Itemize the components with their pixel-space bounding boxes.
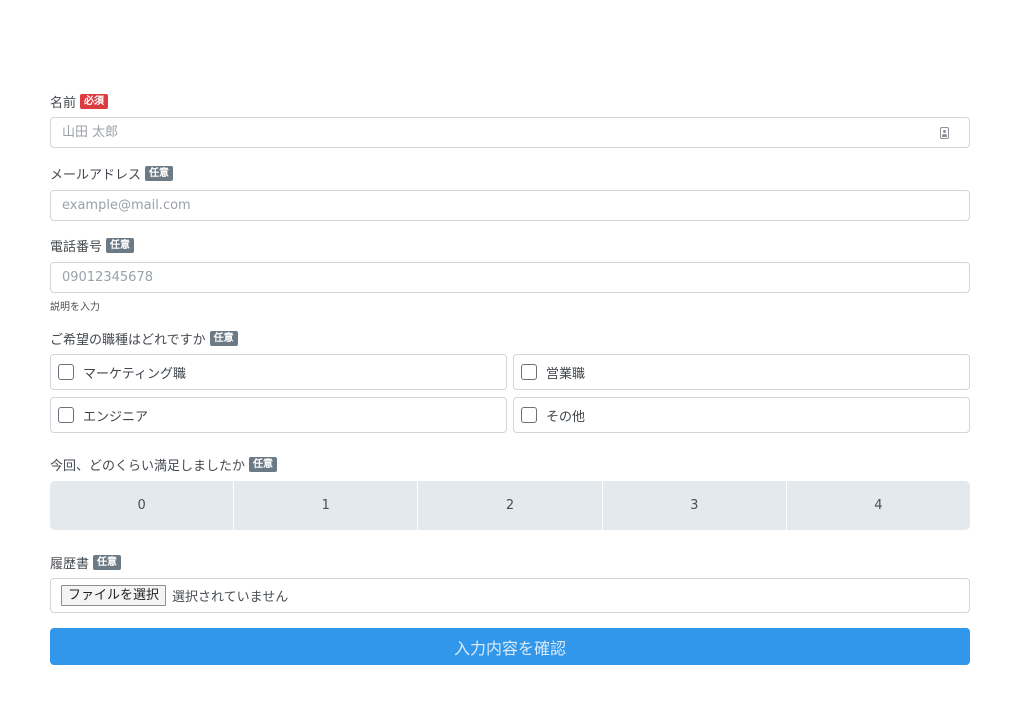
confirm-button[interactable]: 入力内容を確認 bbox=[50, 628, 970, 665]
checkbox[interactable] bbox=[58, 407, 74, 423]
job-option-label: エンジニア bbox=[83, 409, 149, 425]
satisfaction-label-row: 今回、どのくらい満足しましたか 任意 bbox=[50, 454, 278, 474]
job-option-label: 営業職 bbox=[546, 366, 586, 382]
phone-help-text: 説明を入力 bbox=[50, 302, 100, 313]
phone-input[interactable] bbox=[51, 270, 969, 285]
name-label: 名前 bbox=[50, 95, 77, 111]
name-label-row: 名前 必須 bbox=[50, 91, 109, 111]
file-status-text: 選択されていません bbox=[172, 590, 289, 605]
checkbox[interactable] bbox=[521, 407, 537, 423]
required-badge: 必須 bbox=[80, 93, 109, 109]
jobs-label-row: ご希望の職種はどれですか 任意 bbox=[50, 328, 238, 348]
job-option-label: その他 bbox=[546, 409, 586, 425]
optional-badge: 任意 bbox=[249, 456, 278, 472]
resume-label: 履歴書 bbox=[50, 556, 90, 572]
optional-badge: 任意 bbox=[209, 330, 238, 346]
optional-badge: 任意 bbox=[145, 165, 174, 181]
rating-option-1[interactable]: 1 bbox=[233, 481, 417, 530]
phone-field[interactable] bbox=[50, 262, 970, 293]
name-input[interactable] bbox=[51, 125, 969, 140]
job-option-sales[interactable]: 営業職 bbox=[513, 354, 970, 390]
job-option-engineer[interactable]: エンジニア bbox=[50, 397, 507, 433]
choose-file-button[interactable]: ファイルを選択 bbox=[61, 585, 167, 606]
phone-label-row: 電話番号 任意 bbox=[50, 235, 135, 255]
rating-option-0[interactable]: 0 bbox=[50, 481, 233, 530]
rating-option-2[interactable]: 2 bbox=[417, 481, 601, 530]
phone-label: 電話番号 bbox=[50, 239, 103, 255]
resume-label-row: 履歴書 任意 bbox=[50, 552, 122, 572]
email-label: メールアドレス bbox=[50, 167, 142, 183]
jobs-label: ご希望の職種はどれですか bbox=[50, 332, 206, 348]
optional-badge: 任意 bbox=[93, 554, 122, 570]
email-label-row: メールアドレス 任意 bbox=[50, 163, 174, 183]
email-field[interactable] bbox=[50, 190, 970, 221]
job-option-marketing[interactable]: マーケティング職 bbox=[50, 354, 507, 390]
rating-option-4[interactable]: 4 bbox=[785, 481, 970, 530]
checkbox[interactable] bbox=[521, 364, 537, 380]
optional-badge: 任意 bbox=[106, 237, 135, 253]
satisfaction-label: 今回、どのくらい満足しましたか bbox=[50, 458, 246, 474]
rating-option-3[interactable]: 3 bbox=[601, 481, 786, 530]
email-input[interactable] bbox=[51, 198, 969, 213]
contact-card-icon[interactable] bbox=[940, 127, 949, 139]
job-option-label: マーケティング職 bbox=[83, 366, 186, 382]
resume-file-field: ファイルを選択 選択されていません bbox=[50, 578, 970, 613]
name-field[interactable] bbox=[50, 117, 970, 148]
satisfaction-rating: 0 1 2 3 4 bbox=[50, 481, 970, 530]
checkbox[interactable] bbox=[58, 364, 74, 380]
job-option-other[interactable]: その他 bbox=[513, 397, 970, 433]
